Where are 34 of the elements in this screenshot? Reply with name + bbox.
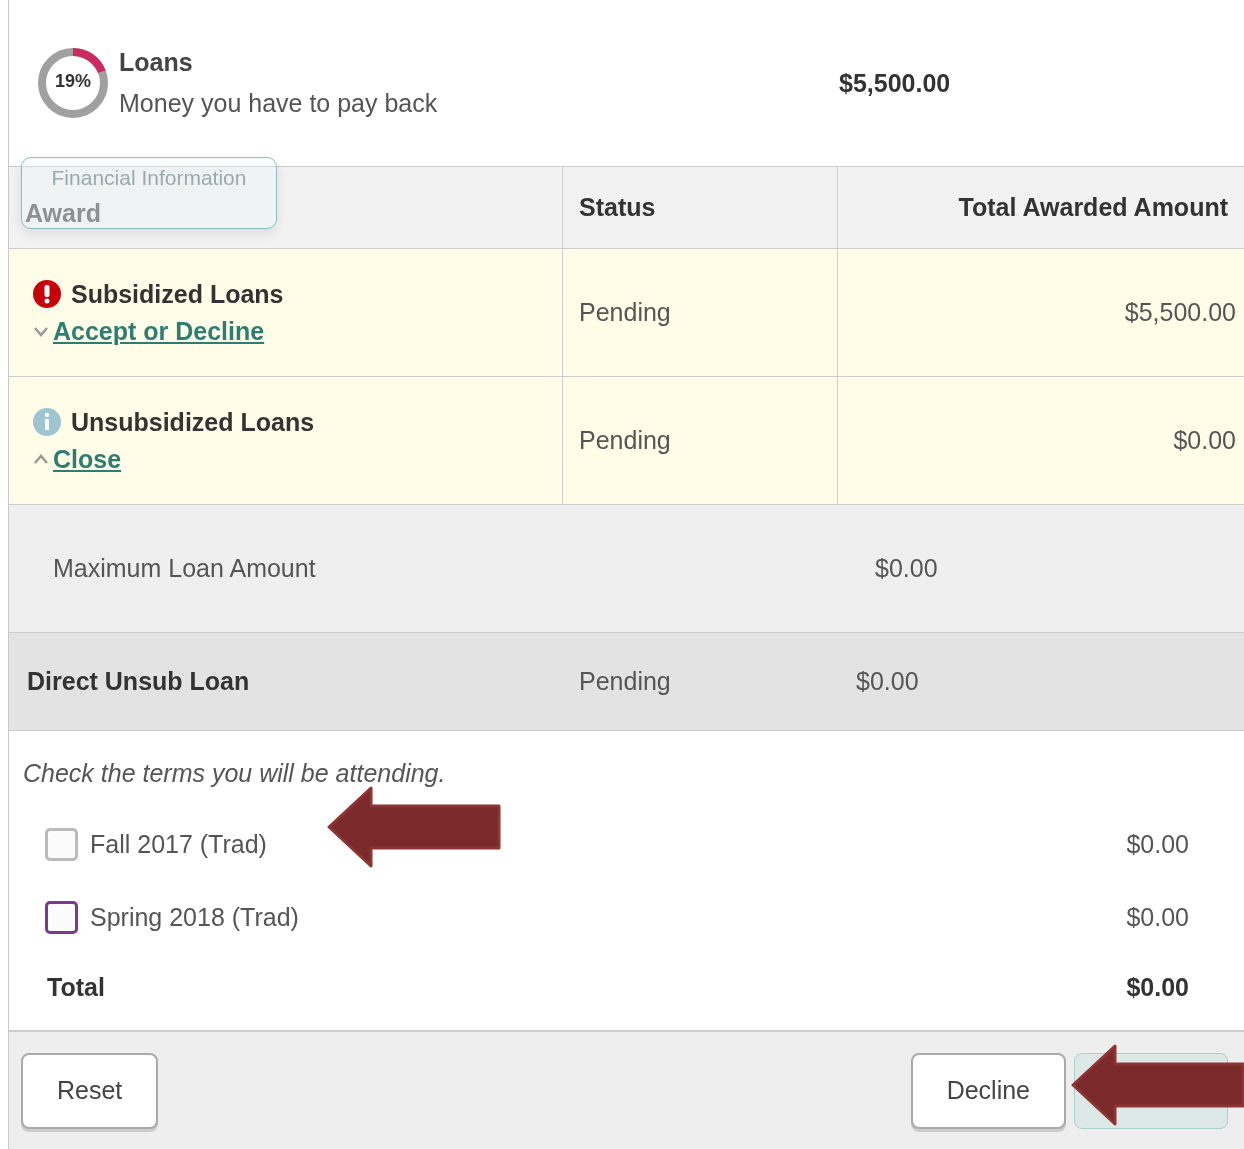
term-label: Fall 2017 (Trad) (90, 830, 268, 859)
term-amount: $0.00 (1126, 903, 1189, 932)
loan-name: Direct Unsub Loan (27, 667, 251, 696)
total-value: $0.00 (1126, 972, 1189, 1002)
section-subtitle: Money you have to pay back (119, 89, 439, 118)
percent-label: 19% (54, 71, 92, 92)
term-label: Spring 2018 (Trad) (90, 903, 300, 932)
loan-status: Pending (579, 667, 672, 696)
table-cell: Pending (579, 426, 671, 455)
toggle-link[interactable]: Accept or Decline (53, 316, 265, 346)
total-label: Total (47, 972, 106, 1002)
instruction-text: Check the terms you will be attending. (23, 759, 447, 788)
checkbox[interactable] (45, 828, 78, 861)
field-value: $0.00 (875, 554, 938, 583)
award-name: Subsidized Loans (71, 279, 284, 309)
table-cell: $5,500.00 (1124, 298, 1236, 327)
button[interactable]: Reset (21, 1052, 159, 1129)
info-icon (33, 408, 61, 436)
field-label: Maximum Loan Amount (53, 554, 317, 583)
column-header: Total Awarded Amount (958, 193, 1228, 222)
term-amount: $0.00 (1126, 830, 1189, 859)
button[interactable]: Decline (910, 1052, 1066, 1129)
column-header: Award (25, 199, 101, 228)
column-header: Status (579, 193, 656, 222)
total-amount: $5,500.00 (839, 68, 951, 98)
alert-icon (33, 280, 61, 308)
table-cell: Pending (579, 298, 671, 327)
loan-amount: $0.00 (856, 667, 919, 696)
toggle-link[interactable]: Close (53, 444, 122, 474)
table-cell: $0.00 (1173, 426, 1236, 455)
section-title: Loans (119, 48, 194, 77)
award-name: Unsubsidized Loans (71, 407, 315, 437)
progress-ring (37, 47, 109, 119)
checkbox[interactable] (45, 901, 78, 934)
